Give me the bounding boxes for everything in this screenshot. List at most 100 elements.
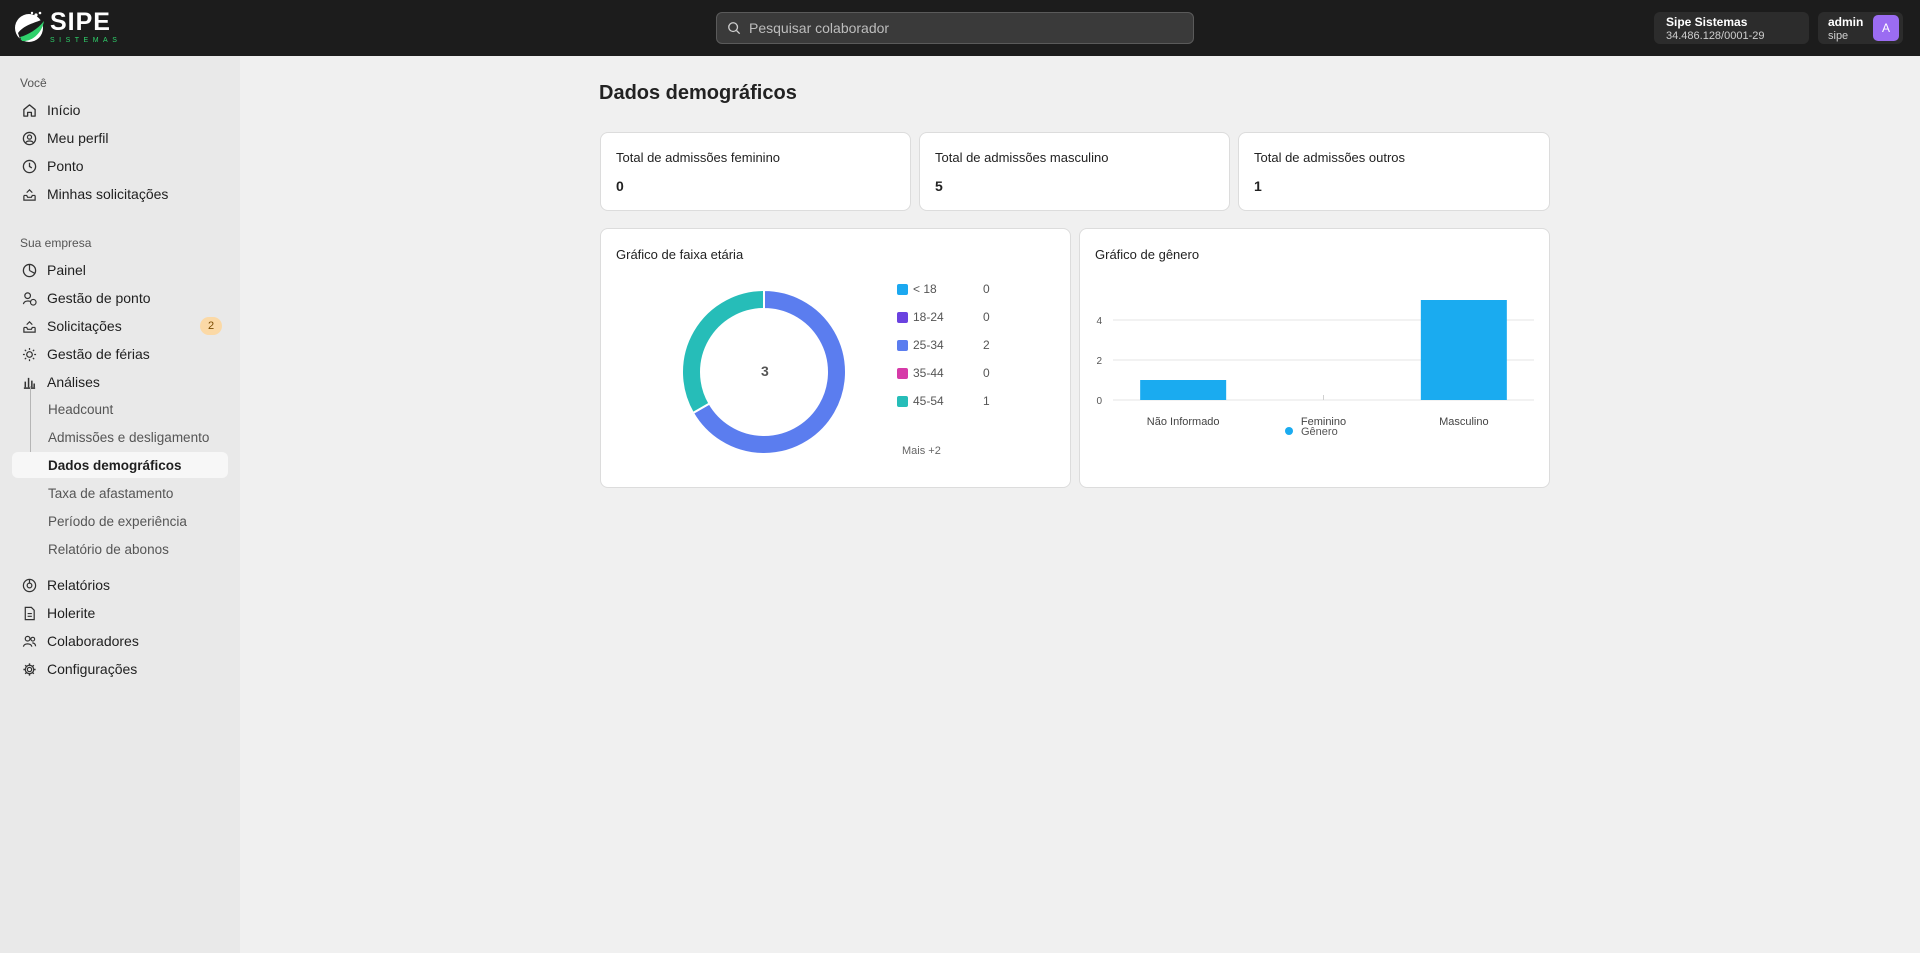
- sidebar-item-minhas-solicitacoes[interactable]: Minhas solicitações: [12, 181, 228, 207]
- sidebar-item-label: Gestão de férias: [47, 346, 150, 362]
- logo[interactable]: SIPE SISTEMAS: [14, 9, 121, 45]
- report-icon: [22, 578, 37, 592]
- sidebar-item-label: Análises: [47, 374, 100, 390]
- sidebar-item-label: Solicitações: [47, 318, 122, 334]
- donut-slice-4554[interactable]: [681, 288, 765, 415]
- user-menu[interactable]: admin sipe A: [1818, 12, 1903, 44]
- legend-swatch: [897, 311, 908, 323]
- legend-value: 0: [983, 366, 990, 380]
- sidebar-item-inicio[interactable]: Início: [12, 97, 228, 123]
- sidebar: Você Início Meu perfil Ponto Minhas soli…: [0, 56, 240, 953]
- sidebar-item-ponto[interactable]: Ponto: [12, 153, 228, 179]
- company-name: Sipe Sistemas: [1666, 15, 1748, 29]
- gear-icon: [23, 662, 36, 676]
- legend-label: 35-44: [913, 366, 944, 380]
- inbox-icon: [23, 188, 36, 201]
- inbox-icon: [23, 320, 36, 333]
- legend-swatch: [897, 339, 908, 351]
- sidebar-item-gestao-de-ponto[interactable]: Gestão de ponto: [12, 285, 228, 311]
- y-tick-label: 0: [1096, 396, 1102, 407]
- search-icon: [728, 22, 741, 35]
- gender-bar-chart: 024Não Informado Feminino MasculinoGênero: [1096, 300, 1534, 438]
- sidebar-item-label: Gestão de ponto: [47, 290, 151, 306]
- sidebar-item-meu-perfil[interactable]: Meu perfil: [12, 125, 228, 151]
- stat-card-feminino: Total de admissões feminino 0: [600, 132, 911, 211]
- bar[interactable]: [1140, 380, 1227, 400]
- sidebar-subitem-dados-demograficos[interactable]: Dados demográficos: [12, 452, 228, 478]
- logo-sub-text: SISTEMAS: [50, 37, 122, 44]
- age-chart-title: Gráfico de faixa etária: [616, 247, 744, 262]
- sidebar-item-relatorios[interactable]: Relatórios: [12, 572, 228, 598]
- search-box[interactable]: [716, 12, 1194, 44]
- donut-center-total: 3: [761, 363, 769, 379]
- legend-item[interactable]: 45-54 1: [897, 393, 990, 409]
- sidebar-item-label: Configurações: [47, 661, 138, 677]
- sidebar-item-configuracoes[interactable]: Configurações: [12, 656, 228, 682]
- legend-item[interactable]: 18-24 0: [897, 309, 990, 325]
- x-tick-label: Não Informado: [1147, 416, 1220, 428]
- sidebar-item-label: Minhas solicitações: [47, 186, 169, 202]
- sidebar-subitem-admissoes[interactable]: Admissões e desligamento: [12, 424, 228, 450]
- legend-swatch: [897, 395, 908, 407]
- legend-label[interactable]: Gênero: [1301, 426, 1338, 438]
- legend-label: 18-24: [913, 310, 944, 324]
- sidebar-item-solicitacoes[interactable]: Solicitações 2: [12, 313, 228, 339]
- sidebar-item-colaboradores[interactable]: Colaboradores: [12, 628, 228, 654]
- gender-chart-card: Gráfico de gênero 0 2 4 Não Informado Femini…: [1079, 228, 1550, 488]
- legend-item[interactable]: < 18 0: [897, 281, 990, 297]
- age-chart-card: Gráfico de faixa etária 3 < 18 0 18-24 0 25-…: [600, 228, 1071, 488]
- sidebar-subitem-relatorio-de-abonos[interactable]: Relatório de abonos: [12, 536, 228, 562]
- sidebar-item-holerite[interactable]: Holerite: [12, 600, 228, 626]
- company-cnpj: 34.486.128/0001-29: [1666, 30, 1765, 42]
- company-selector[interactable]: Sipe Sistemas 34.486.128/0001-29: [1654, 12, 1809, 44]
- stat-label: Total de admissões feminino: [616, 150, 781, 165]
- file-icon: [24, 606, 35, 620]
- legend-dot: [1285, 427, 1293, 435]
- logo-icon: [15, 11, 44, 42]
- stat-label: Total de admissões outros: [1254, 150, 1406, 165]
- stat-value: 0: [616, 178, 624, 194]
- sidebar-item-painel[interactable]: Painel: [12, 257, 228, 283]
- dashboard-icon: [22, 263, 37, 277]
- stat-card-masculino: Total de admissões masculino 5: [919, 132, 1230, 211]
- sun-icon: [22, 347, 37, 361]
- stat-value: 1: [1254, 178, 1262, 194]
- sidebar-item-analises[interactable]: Análises: [12, 369, 228, 395]
- sidebar-item-label: Holerite: [47, 605, 96, 621]
- y-tick-label: 4: [1096, 316, 1102, 327]
- legend-label: 25-34: [913, 338, 944, 352]
- y-tick-label: 2: [1096, 356, 1102, 367]
- search-input[interactable]: [749, 20, 1169, 36]
- sidebar-item-label: Ponto: [47, 158, 84, 174]
- sidebar-item-label: Relatórios: [47, 577, 111, 593]
- sidebar-item-gestao-de-ferias[interactable]: Gestão de férias: [12, 341, 228, 367]
- sidebar-item-label: Painel: [47, 262, 86, 278]
- page-title: Dados demográficos: [599, 82, 797, 104]
- sidebar-subitem-headcount[interactable]: Headcount: [12, 396, 228, 422]
- legend-value: 2: [983, 338, 990, 352]
- sidebar-subitem-periodo-de-experiencia[interactable]: Período de experiência: [12, 508, 228, 534]
- legend-label: < 18: [913, 282, 937, 296]
- clock-user-icon: [22, 291, 37, 306]
- users-icon: [22, 635, 37, 647]
- section-label-you: Você: [20, 76, 47, 90]
- sidebar-subitem-taxa-de-afastamento[interactable]: Taxa de afastamento: [12, 480, 228, 506]
- logo-brand-text: SIPE: [50, 8, 111, 36]
- sidebar-item-label: Meu perfil: [47, 130, 109, 146]
- legend-value: 1: [983, 394, 990, 408]
- bar[interactable]: [1420, 300, 1507, 400]
- legend-item[interactable]: 35-44 0: [897, 365, 990, 381]
- sidebar-item-label: Início: [47, 102, 81, 118]
- legend-value: 0: [983, 310, 990, 324]
- legend-swatch: [897, 283, 908, 295]
- legend-more-link[interactable]: Mais +2: [902, 445, 941, 457]
- avatar[interactable]: A: [1873, 15, 1899, 41]
- clock-icon: [22, 159, 37, 173]
- stat-card-outros: Total de admissões outros 1: [1238, 132, 1550, 211]
- legend-label: 45-54: [913, 394, 944, 408]
- top-bar: SIPE SISTEMAS Sipe Sistemas 34.486.128/0…: [0, 0, 1920, 56]
- legend-item[interactable]: 25-34 2: [897, 337, 990, 353]
- legend-swatch: [897, 367, 908, 379]
- home-icon: [23, 103, 36, 117]
- stat-label: Total de admissões masculino: [935, 150, 1109, 165]
